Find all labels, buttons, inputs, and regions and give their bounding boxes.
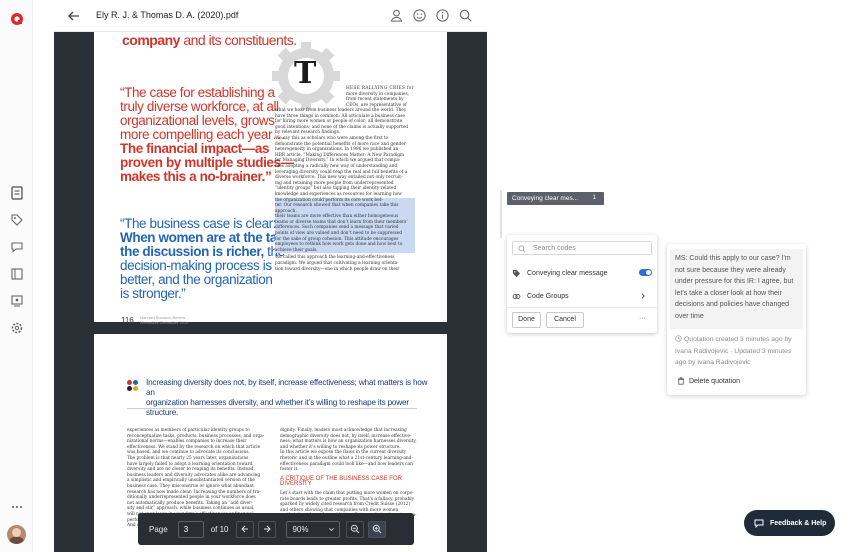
cancel-button[interactable]: Cancel [546,312,584,328]
quotation-bracket [500,190,502,238]
code-toggle[interactable] [639,269,652,276]
page-total: of 10 [210,524,229,534]
info-icon[interactable] [435,8,450,23]
search-icon [518,245,526,253]
document-titlebar: Ely R. J. & Thomas D. A. (2020).pdf [54,0,487,32]
done-button[interactable]: Done [512,312,541,328]
page-label: Page [149,524,168,534]
comment-icon[interactable] [9,239,25,255]
network-icon[interactable] [9,293,25,309]
gear-illustration: T [270,40,342,112]
more-options-button[interactable]: ··· [639,315,646,322]
pdf-viewer[interactable]: company and its constituents. “The case … [54,32,487,552]
quote-2: “The business case is clear: When women … [120,216,299,301]
clock-icon [675,335,682,342]
pdf-page-1: company and its constituents. “The case … [94,32,447,325]
codes-popup: Search codes Conveying clear message Cod… [507,235,657,333]
intro-lines: HESE RALLYING CRIES for more diversity i… [346,86,414,108]
page-number-input[interactable]: 3 [177,520,204,538]
page-number: 116 [121,316,134,325]
avatar[interactable] [7,525,26,544]
code-chip[interactable]: Conveying clear mes... 1 [507,192,604,205]
popup-divider [507,307,657,308]
drop-cap: T [294,56,317,91]
highlighted-quotation[interactable]: the organization could perform its core … [275,197,415,254]
search-codes-input[interactable]: Search codes [512,241,652,255]
settings-icon[interactable] [9,320,25,336]
page-navigation-bar: Page 3 of 10 90% [138,513,414,545]
zoom-out-icon [351,524,360,534]
app-logo-icon[interactable] [9,11,25,27]
chevron-right-icon [641,293,645,299]
article-column[interactable]: what we hear from business leaders aroun… [275,108,415,272]
quotation-meta: Quotation created 3 minutes ago by Ivana… [675,335,792,366]
book-icon[interactable] [9,266,25,282]
zoom-out-button[interactable] [346,520,365,538]
chat-bubble-icon [754,519,764,528]
arrow-left-icon [241,525,249,533]
chevron-down-icon [329,527,335,531]
divider [127,408,417,409]
quote-1: “The case for establishing a truly diver… [120,85,294,184]
document-title: Ely R. J. & Thomas D. A. (2020).pdf [96,10,239,20]
page2-heading: Increasing diversity does not, by itself… [146,378,428,417]
code-groups-row[interactable]: Code Groups [512,289,652,303]
arrow-right-icon [264,525,272,533]
document-icon[interactable] [9,185,25,201]
zoom-in-button[interactable] [368,520,387,538]
more-icon[interactable] [9,499,25,515]
code-groups-icon [512,293,521,299]
tag-icon[interactable] [9,212,25,228]
zoom-in-icon [373,524,382,534]
smile-icon[interactable] [412,8,427,23]
user-icon[interactable] [389,8,404,23]
feedback-help-button[interactable]: Feedback & Help [744,510,835,536]
search-icon[interactable] [458,8,473,23]
quotation-comment-card: MS: Could this apply to our case? I'm no… [667,244,806,395]
left-rail [0,0,33,552]
back-arrow-icon[interactable] [66,8,82,24]
page2-subheading: A CRITIQUE OF THE BUSINESS CASE FOR DIVE… [280,475,402,488]
trash-icon [677,377,685,385]
tag-icon [512,269,521,277]
comment-text[interactable]: MS: Could this apply to our case? I'm no… [670,249,803,329]
code-count: 1 [592,195,596,201]
previous-page-button[interactable] [236,520,255,538]
delete-quotation-button[interactable]: Delete quotation [677,377,740,385]
code-row[interactable]: Conveying clear message [512,266,652,280]
page-footer: Harvard Business Review November–Decembe… [140,316,189,325]
zoom-select[interactable]: 90% [286,520,341,538]
next-page-button[interactable] [258,520,277,538]
dots-graphic [127,380,139,392]
